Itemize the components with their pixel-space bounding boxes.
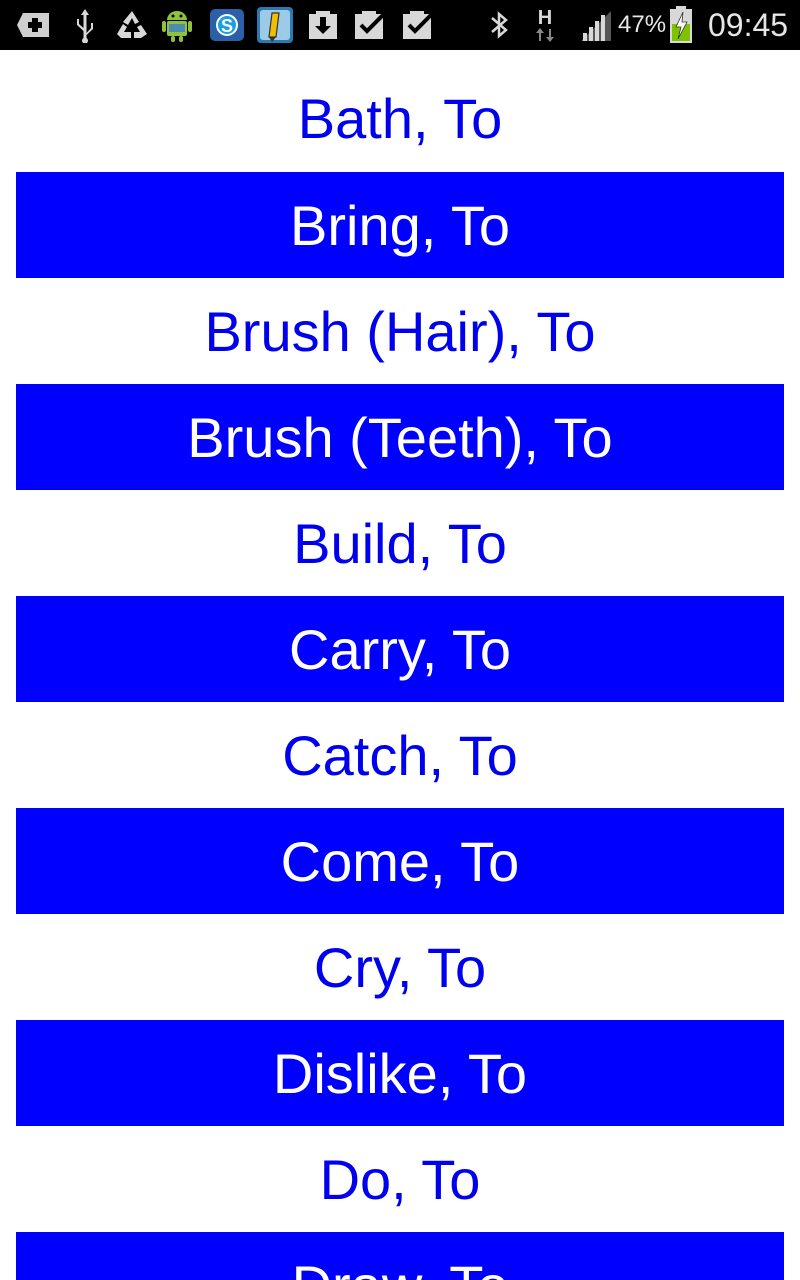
list-item-label: Bath, To [297, 86, 503, 150]
list-item[interactable]: Cry, To [16, 914, 784, 1020]
list-item-label: Cry, To [313, 935, 487, 999]
list-item[interactable]: Carry, To [16, 596, 784, 702]
list-item-label: Do, To [319, 1147, 481, 1211]
recycle-icon [112, 6, 152, 44]
network-type-label: H [537, 7, 553, 29]
android-icon [158, 6, 196, 44]
signal-bars-icon [578, 6, 614, 44]
list-item[interactable]: Do, To [16, 1126, 784, 1232]
list-item[interactable]: Draw, To [16, 1232, 784, 1280]
bluetooth-icon [486, 6, 514, 44]
add-icon [14, 6, 56, 44]
list-item[interactable]: Bath, To [16, 65, 784, 171]
svg-text:S: S [221, 16, 233, 36]
list-item-label: Draw, To [292, 1253, 509, 1280]
download-icon [306, 6, 340, 44]
list-item-label: Build, To [293, 511, 507, 575]
list-item[interactable]: Catch, To [16, 702, 784, 808]
network-type-indicator: H [530, 6, 560, 44]
battery-charging-icon [668, 6, 694, 44]
verb-list[interactable]: Bath, To Bring, To Brush (Hair), To Brus… [0, 50, 800, 1280]
list-item-label: Catch, To [282, 723, 518, 787]
list-item-label: Bring, To [290, 193, 510, 257]
pen-icon [254, 6, 296, 44]
list-item-label: Dislike, To [272, 1041, 528, 1105]
list-item[interactable]: Brush (Hair), To [16, 278, 784, 384]
list-item-label: Come, To [280, 829, 520, 893]
battery-percent: 47% [618, 11, 667, 38]
list-item[interactable]: Build, To [16, 490, 784, 596]
check-icon [352, 6, 390, 44]
list-item-label: Brush (Teeth), To [187, 405, 613, 469]
status-bar: S H 47% 09:45 [0, 0, 800, 50]
clock-time: 09:45 [708, 7, 789, 43]
list-item[interactable]: Brush (Teeth), To [16, 384, 784, 490]
skype-icon: S [208, 6, 246, 44]
data-arrows-icon [536, 28, 554, 42]
list-item-label: Carry, To [289, 617, 511, 681]
list-item[interactable]: Dislike, To [16, 1020, 784, 1126]
usb-icon [70, 6, 100, 44]
check-icon [400, 6, 438, 44]
list-item[interactable]: Bring, To [16, 172, 784, 278]
list-item[interactable]: Come, To [16, 808, 784, 914]
list-item-label: Brush (Hair), To [204, 299, 596, 363]
